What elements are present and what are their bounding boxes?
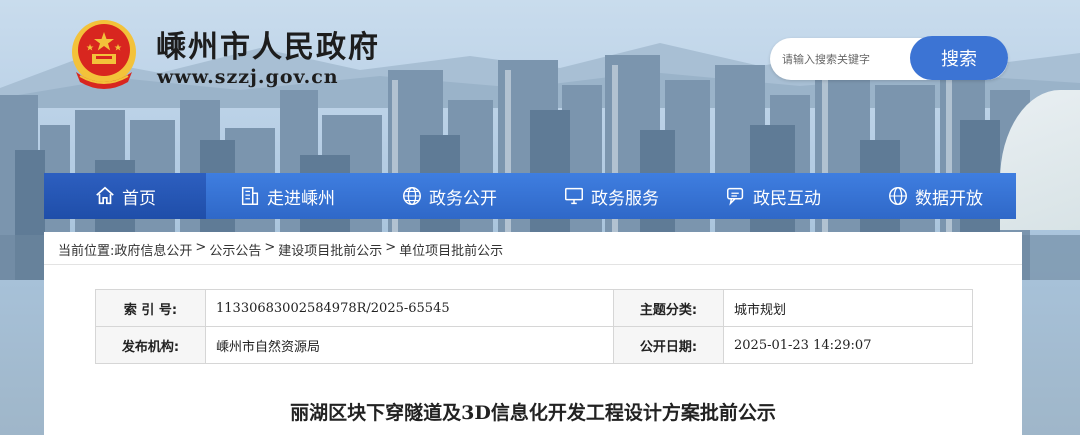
topic-label: 主题分类:: [613, 289, 724, 327]
nav-label: 走进嵊州: [267, 188, 335, 209]
nav-label: 政务公开: [429, 188, 497, 209]
site-url[interactable]: www.szzj.gov.cn: [157, 66, 339, 88]
content-panel: 当前位置: 政府信息公开 > 公示公告 > 建设项目批前公示 > 单位项目批前公…: [44, 232, 1022, 435]
nav-item-gov-service[interactable]: 政务服务: [530, 173, 692, 219]
nav-item-gov-open[interactable]: 政务公开: [368, 173, 530, 219]
index-label: 索 引 号:: [95, 289, 206, 327]
publisher-value: 嵊州市自然资源局: [205, 326, 614, 364]
breadcrumb-link[interactable]: 单位项目批前公示: [399, 240, 503, 259]
breadcrumb-separator: >: [385, 240, 397, 255]
nav-label: 数据开放: [915, 188, 983, 209]
table-row: 发布机构: 嵊州市自然资源局 公开日期: 2025-01-23 14:29:07: [95, 326, 973, 364]
date-value: 2025-01-23 14:29:07: [723, 326, 973, 364]
breadcrumb-link[interactable]: 公示公告: [209, 240, 261, 259]
main-nav: 首页 走进嵊州 政务公开 政务服务 政民互动 数据开放: [44, 173, 1016, 219]
nav-item-home[interactable]: 首页: [44, 173, 206, 219]
search-button[interactable]: 搜索: [910, 36, 1008, 80]
table-row: 索 引 号: 11330683002584978R/2025-65545 主题分…: [95, 289, 973, 327]
divider: [44, 264, 1022, 265]
nav-label: 政务服务: [591, 188, 659, 209]
date-label: 公开日期:: [613, 326, 724, 364]
publisher-label: 发布机构:: [95, 326, 206, 364]
nav-item-open-data[interactable]: 数据开放: [854, 173, 1016, 219]
breadcrumb: 当前位置: 政府信息公开 > 公示公告 > 建设项目批前公示 > 单位项目批前公…: [58, 240, 503, 259]
breadcrumb-separator: >: [195, 240, 207, 255]
building-icon: [241, 187, 259, 205]
nav-label: 首页: [122, 188, 156, 209]
monitor-icon: [565, 187, 583, 205]
breadcrumb-separator: >: [264, 240, 276, 255]
document-meta-table: 索 引 号: 11330683002584978R/2025-65545 主题分…: [95, 289, 973, 364]
index-value: 11330683002584978R/2025-65545: [205, 289, 614, 327]
site-title[interactable]: 嵊州市人民政府: [156, 22, 380, 66]
search-input[interactable]: [782, 48, 912, 70]
home-icon: [96, 186, 114, 205]
nav-label: 政民互动: [753, 188, 821, 209]
topic-value: 城市规划: [723, 289, 973, 327]
breadcrumb-link[interactable]: 建设项目批前公示: [278, 240, 382, 259]
breadcrumb-prefix: 当前位置:: [58, 244, 115, 259]
document-title: 丽湖区块下穿隧道及3D信息化开发工程设计方案批前公示: [290, 402, 776, 424]
breadcrumb-link[interactable]: 政府信息公开: [114, 240, 192, 259]
globe-icon: [403, 187, 421, 205]
nav-item-about[interactable]: 走进嵊州: [206, 173, 368, 219]
chat-icon: [727, 187, 744, 206]
national-emblem-icon: [72, 20, 136, 89]
globe-icon: [889, 187, 907, 205]
nav-item-interaction[interactable]: 政民互动: [692, 173, 854, 219]
